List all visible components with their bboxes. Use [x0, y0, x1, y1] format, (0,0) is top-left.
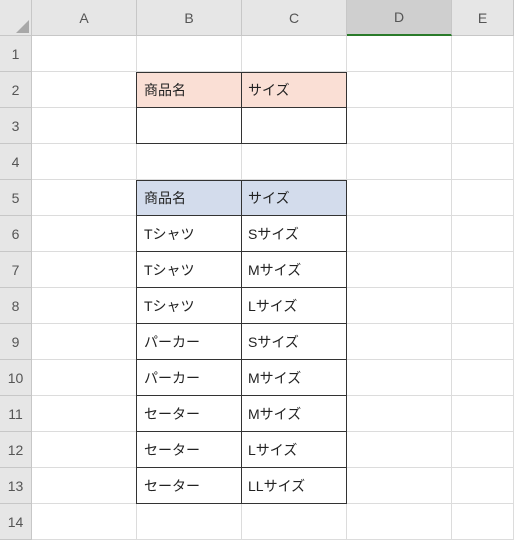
cell-B1[interactable] — [137, 36, 242, 72]
cell-A7[interactable] — [32, 252, 137, 288]
cell-E4[interactable] — [452, 144, 514, 180]
spreadsheet-grid[interactable]: A B C D E 1 2 商品名 サイズ 3 4 5 商品名 サイズ 6 Tシ… — [0, 0, 519, 540]
cell-E11[interactable] — [452, 396, 514, 432]
cell-B4[interactable] — [137, 144, 242, 180]
row-header-6[interactable]: 6 — [0, 216, 32, 252]
col-header-A[interactable]: A — [32, 0, 137, 36]
cell-B6[interactable]: Tシャツ — [136, 216, 242, 252]
cell-E2[interactable] — [452, 72, 514, 108]
cell-D14[interactable] — [347, 504, 452, 540]
cell-E12[interactable] — [452, 432, 514, 468]
row-header-7[interactable]: 7 — [0, 252, 32, 288]
row-header-12[interactable]: 12 — [0, 432, 32, 468]
cell-C7[interactable]: Mサイズ — [242, 252, 347, 288]
cell-B7[interactable]: Tシャツ — [136, 252, 242, 288]
cell-B14[interactable] — [137, 504, 242, 540]
cell-E9[interactable] — [452, 324, 514, 360]
cell-D2[interactable] — [347, 72, 452, 108]
cell-C2[interactable]: サイズ — [242, 72, 347, 108]
cell-A9[interactable] — [32, 324, 137, 360]
cell-C5[interactable]: サイズ — [242, 180, 347, 216]
cell-D5[interactable] — [347, 180, 452, 216]
cell-B5[interactable]: 商品名 — [136, 180, 242, 216]
cell-C9[interactable]: Sサイズ — [242, 324, 347, 360]
row-header-9[interactable]: 9 — [0, 324, 32, 360]
cell-A3[interactable] — [32, 108, 137, 144]
cell-A10[interactable] — [32, 360, 137, 396]
row-header-8[interactable]: 8 — [0, 288, 32, 324]
col-header-E[interactable]: E — [452, 0, 514, 36]
cell-C6[interactable]: Sサイズ — [242, 216, 347, 252]
cell-D4[interactable] — [347, 144, 452, 180]
row-header-5[interactable]: 5 — [0, 180, 32, 216]
cell-E7[interactable] — [452, 252, 514, 288]
cell-B10[interactable]: パーカー — [136, 360, 242, 396]
select-all-corner[interactable] — [0, 0, 32, 36]
cell-D1[interactable] — [347, 36, 452, 72]
cell-C13[interactable]: LLサイズ — [242, 468, 347, 504]
cell-C14[interactable] — [242, 504, 347, 540]
col-header-D[interactable]: D — [347, 0, 452, 36]
cell-A13[interactable] — [32, 468, 137, 504]
cell-A11[interactable] — [32, 396, 137, 432]
cell-E8[interactable] — [452, 288, 514, 324]
row-header-4[interactable]: 4 — [0, 144, 32, 180]
cell-D8[interactable] — [347, 288, 452, 324]
cell-D6[interactable] — [347, 216, 452, 252]
row-header-11[interactable]: 11 — [0, 396, 32, 432]
cell-C12[interactable]: Lサイズ — [242, 432, 347, 468]
cell-C4[interactable] — [242, 144, 347, 180]
cell-D11[interactable] — [347, 396, 452, 432]
cell-C10[interactable]: Mサイズ — [242, 360, 347, 396]
cell-E6[interactable] — [452, 216, 514, 252]
cell-E14[interactable] — [452, 504, 514, 540]
row-header-3[interactable]: 3 — [0, 108, 32, 144]
row-header-10[interactable]: 10 — [0, 360, 32, 396]
cell-A8[interactable] — [32, 288, 137, 324]
row-header-1[interactable]: 1 — [0, 36, 32, 72]
cell-A4[interactable] — [32, 144, 137, 180]
cell-B12[interactable]: セーター — [136, 432, 242, 468]
cell-A12[interactable] — [32, 432, 137, 468]
cell-E13[interactable] — [452, 468, 514, 504]
cell-A1[interactable] — [32, 36, 137, 72]
cell-E3[interactable] — [452, 108, 514, 144]
cell-D9[interactable] — [347, 324, 452, 360]
col-header-B[interactable]: B — [137, 0, 242, 36]
cell-B9[interactable]: パーカー — [136, 324, 242, 360]
cell-A14[interactable] — [32, 504, 137, 540]
cell-E10[interactable] — [452, 360, 514, 396]
row-header-13[interactable]: 13 — [0, 468, 32, 504]
cell-B2[interactable]: 商品名 — [136, 72, 242, 108]
cell-A2[interactable] — [32, 72, 137, 108]
cell-D10[interactable] — [347, 360, 452, 396]
cell-D7[interactable] — [347, 252, 452, 288]
cell-E1[interactable] — [452, 36, 514, 72]
cell-B11[interactable]: セーター — [136, 396, 242, 432]
row-header-14[interactable]: 14 — [0, 504, 32, 540]
col-header-C[interactable]: C — [242, 0, 347, 36]
cell-B8[interactable]: Tシャツ — [136, 288, 242, 324]
cell-B3[interactable] — [136, 108, 242, 144]
cell-B13[interactable]: セーター — [136, 468, 242, 504]
cell-A5[interactable] — [32, 180, 137, 216]
cell-C1[interactable] — [242, 36, 347, 72]
cell-E5[interactable] — [452, 180, 514, 216]
cell-C3[interactable] — [242, 108, 347, 144]
cell-D3[interactable] — [347, 108, 452, 144]
row-header-2[interactable]: 2 — [0, 72, 32, 108]
cell-C8[interactable]: Lサイズ — [242, 288, 347, 324]
cell-D13[interactable] — [347, 468, 452, 504]
cell-C11[interactable]: Mサイズ — [242, 396, 347, 432]
cell-A6[interactable] — [32, 216, 137, 252]
cell-D12[interactable] — [347, 432, 452, 468]
